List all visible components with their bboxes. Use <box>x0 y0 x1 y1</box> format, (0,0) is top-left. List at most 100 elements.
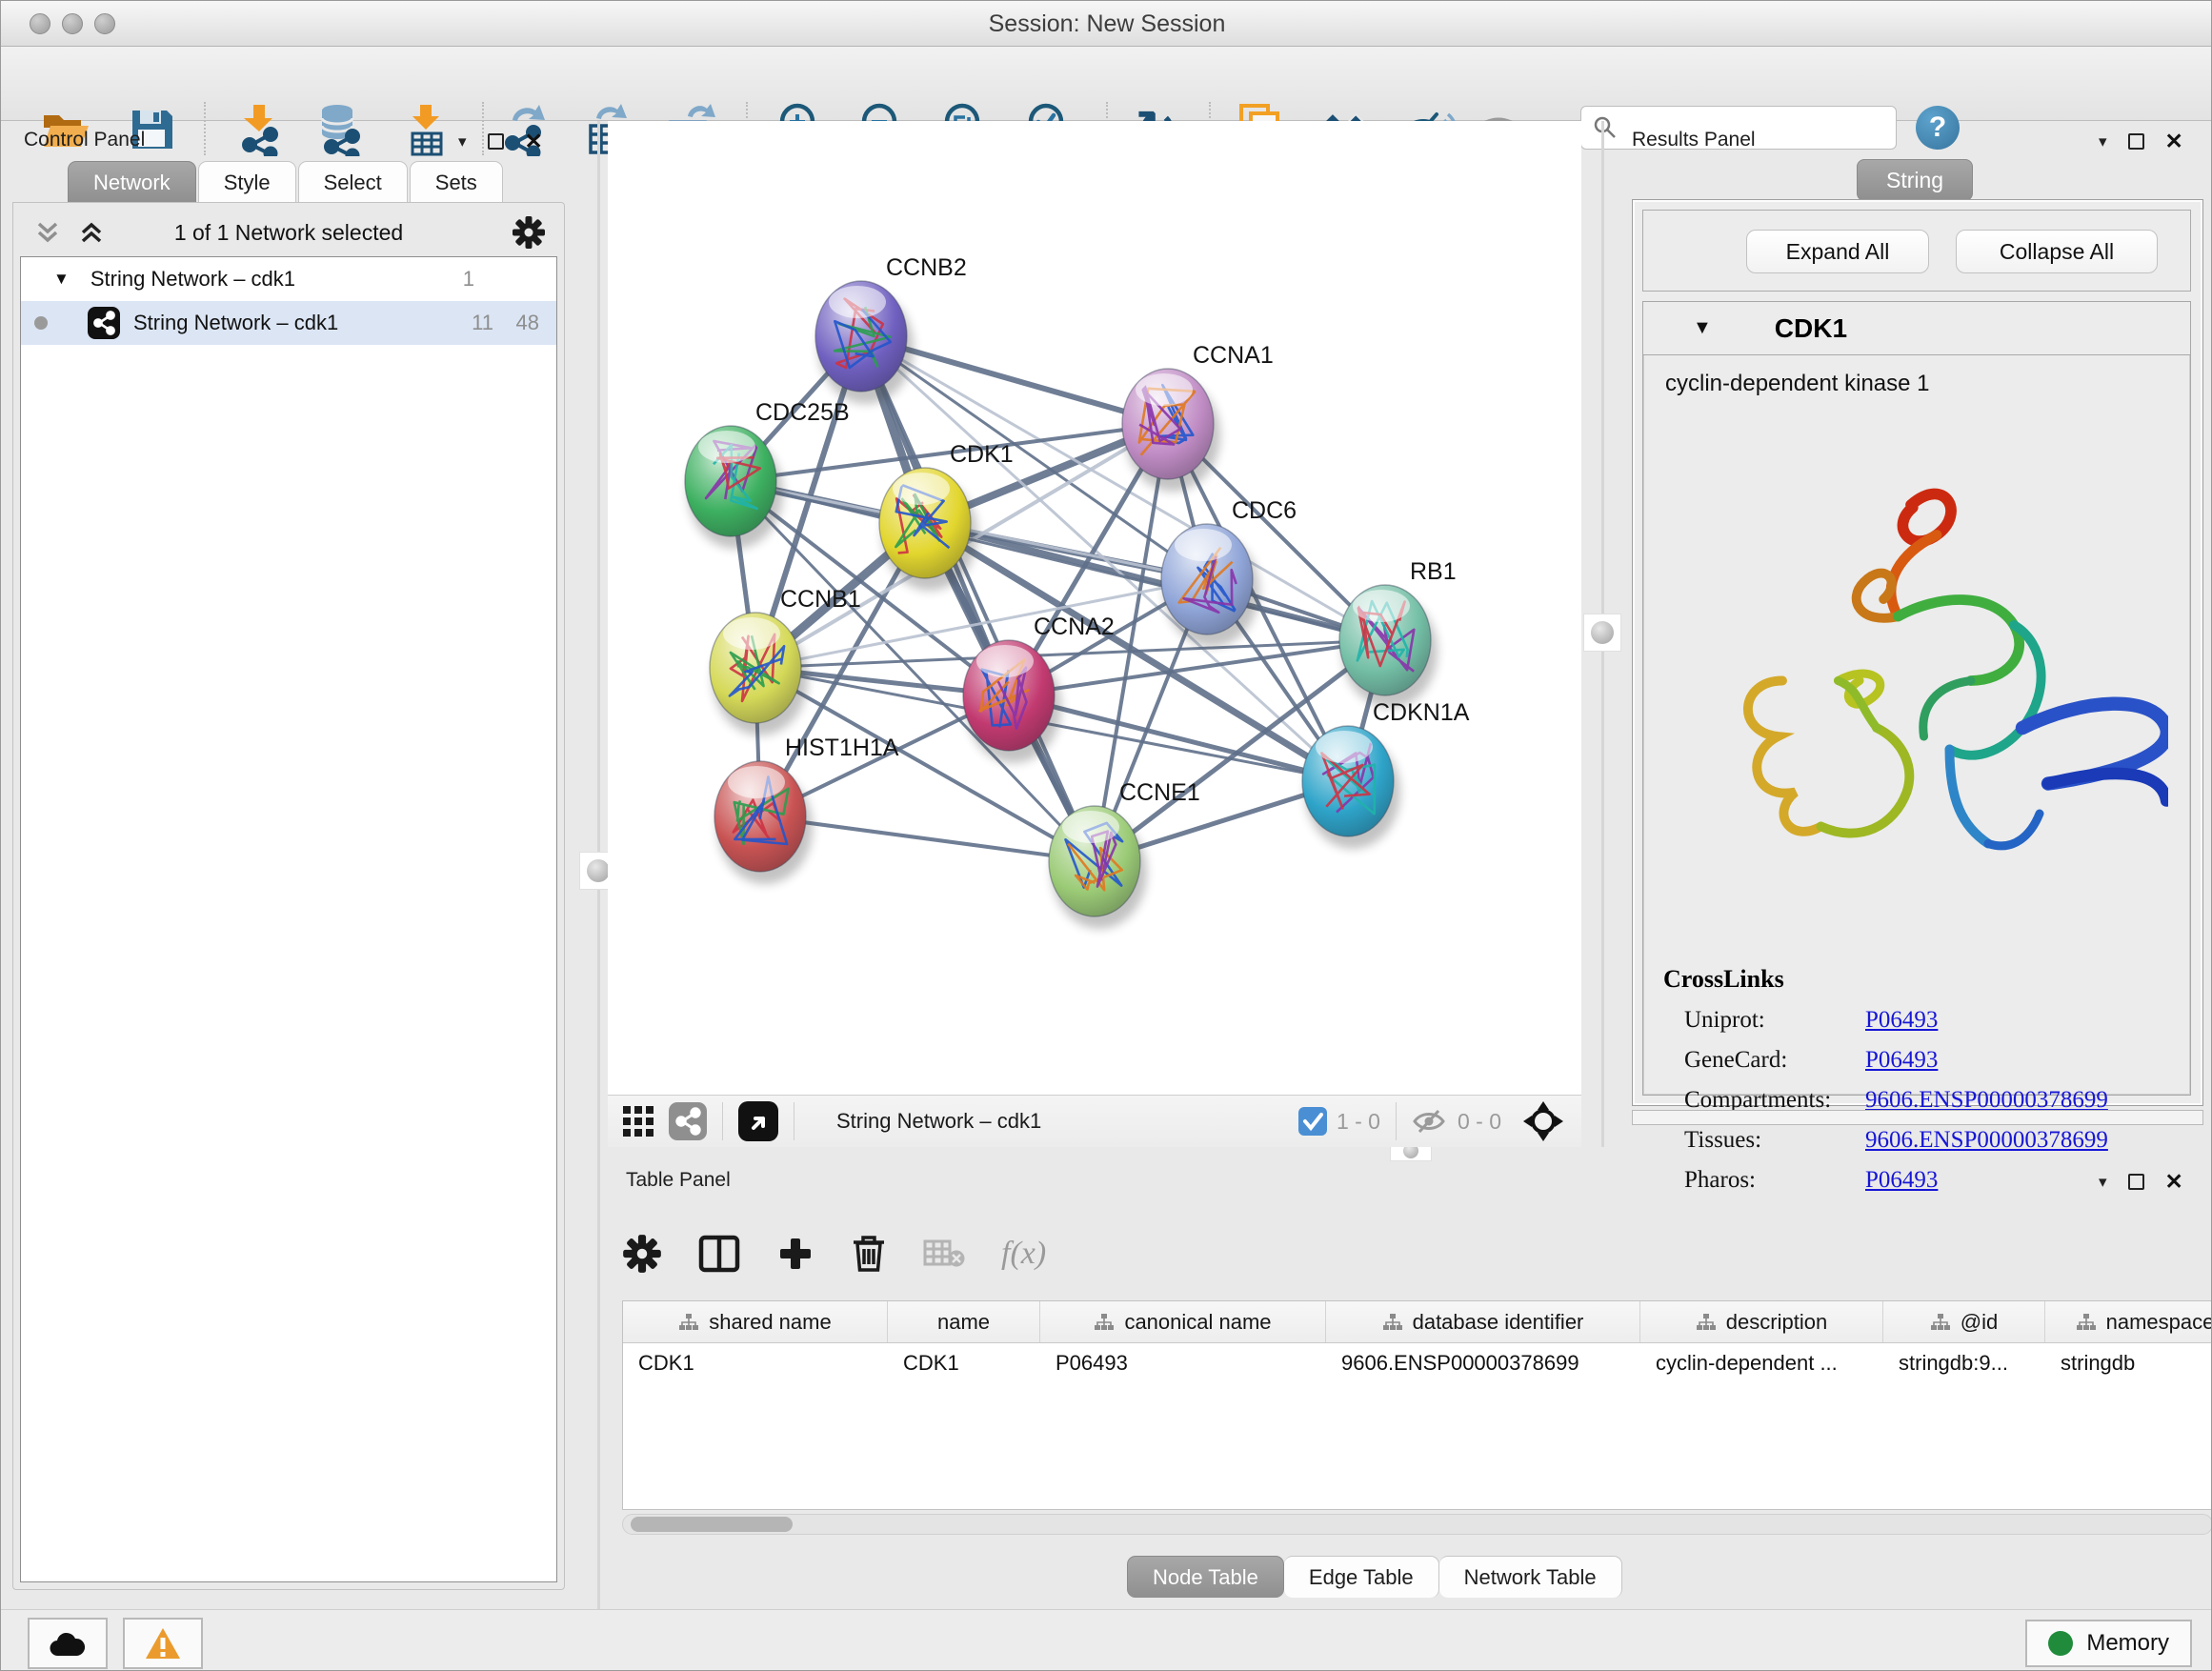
tab-sets[interactable]: Sets <box>410 161 503 203</box>
gene-section-body: cyclin-dependent kinase 1 <box>1643 355 2190 1095</box>
table-panel-collapse-icon[interactable]: ▾ <box>2099 1173 2107 1192</box>
crosslink-value-link[interactable]: P06493 <box>1865 1047 1938 1074</box>
gene-section: ▼ CDK1 cyclin-dependent kinase 1 <box>1642 301 2191 1096</box>
results-panel-collapse-icon[interactable]: ▾ <box>2099 132 2107 151</box>
tab-string[interactable]: String <box>1857 159 1973 201</box>
crosslink-value-link[interactable]: 9606.ENSP00000378699 <box>1865 1127 2108 1154</box>
collapse-all-button[interactable]: Collapse All <box>1956 230 2158 273</box>
function-builder-icon[interactable]: f(x) <box>1001 1236 1046 1272</box>
scrollbar-thumb[interactable] <box>631 1517 793 1532</box>
expand-all-button[interactable]: Expand All <box>1746 230 1929 273</box>
network-node-hist1h1a[interactable]: HIST1H1A <box>714 735 899 884</box>
network-node-cdc25b[interactable]: CDC25B <box>685 399 850 549</box>
table-panel-float-icon[interactable] <box>2128 1174 2144 1190</box>
fit-selected-crosshair-icon[interactable] <box>1522 1100 1564 1142</box>
table-cell[interactable]: P06493 <box>1040 1343 1326 1383</box>
crosslinks-section: CrossLinks Uniprot: P06493GeneCard: P064… <box>1663 965 2108 1194</box>
birdseye-view-icon[interactable] <box>738 1101 778 1141</box>
network-canvas[interactable]: CCNB2CCNA1CDC25BCDK1CDC6RB1CCNB1CCNA2CDK… <box>608 121 1581 1095</box>
column-header[interactable]: @id <box>1883 1301 2045 1342</box>
network-view-title: String Network – cdk1 <box>836 1109 1041 1134</box>
table-options-gear-icon[interactable] <box>622 1234 662 1274</box>
crosslink-value-link[interactable]: P06493 <box>1865 1167 1938 1194</box>
results-panel-close-icon[interactable]: ✕ <box>2165 129 2183 154</box>
crosslink-label: Uniprot: <box>1684 1007 1865 1034</box>
column-header-label: database identifier <box>1413 1310 1584 1335</box>
tab-network-table[interactable]: Network Table <box>1439 1556 1622 1598</box>
tab-select[interactable]: Select <box>298 161 408 203</box>
network-edge[interactable] <box>861 336 1095 861</box>
right-splitter-handle[interactable] <box>1583 614 1621 652</box>
table-cell[interactable]: CDK1 <box>623 1343 888 1383</box>
table-cell[interactable]: CDK1 <box>888 1343 1040 1383</box>
memory-button[interactable]: Memory <box>2025 1620 2192 1667</box>
delete-column-trash-icon[interactable] <box>851 1234 887 1274</box>
results-panel-title: Results Panel <box>1632 129 1756 151</box>
network-node-ccne1[interactable]: CCNE1 <box>1049 779 1200 929</box>
import-network-icon[interactable] <box>232 102 286 157</box>
cloud-services-button[interactable] <box>28 1618 108 1669</box>
main-toolbar: ↻ <box>1 47 2212 121</box>
string-network-graph[interactable]: CCNB2CCNA1CDC25BCDK1CDC6RB1CCNB1CCNA2CDK… <box>608 121 1581 1095</box>
node-label: CCNE1 <box>1119 779 1200 806</box>
table-row[interactable]: CDK1CDK1P064939606.ENSP00000378699cyclin… <box>623 1343 2212 1383</box>
create-column-plus-icon[interactable] <box>776 1235 814 1273</box>
table-panel-close-icon[interactable]: ✕ <box>2165 1169 2183 1195</box>
gene-section-header[interactable]: ▼ CDK1 <box>1643 302 2190 355</box>
table-tabs: Node TableEdge TableNetwork Table <box>1127 1556 1622 1598</box>
selected-nodes-checkbox-icon[interactable] <box>1298 1107 1327 1136</box>
help-icon[interactable]: ? <box>1916 106 1960 150</box>
node-label: CDKN1A <box>1373 699 1470 726</box>
network-row-selected[interactable]: String Network – cdk1 11 48 <box>21 301 556 345</box>
gene-collapse-triangle-icon[interactable]: ▼ <box>1693 317 1712 339</box>
status-bar: Memory <box>1 1609 2212 1671</box>
import-table-icon[interactable] <box>399 102 452 157</box>
show-columns-icon[interactable] <box>698 1235 740 1273</box>
table-horizontal-scrollbar[interactable] <box>622 1514 2212 1535</box>
table-toolbar: f(x) <box>622 1220 1046 1287</box>
selected-count: 1 - 0 <box>1337 1109 1380 1135</box>
table-cell[interactable]: stringdb <box>2045 1343 2212 1383</box>
network-node-ccna1[interactable]: CCNA1 <box>1122 342 1274 492</box>
toolbar-separator <box>204 102 206 155</box>
network-node-ccnb2[interactable]: CCNB2 <box>815 254 967 404</box>
node-label: RB1 <box>1410 558 1457 585</box>
network-node-rb1[interactable]: RB1 <box>1339 558 1457 708</box>
gene-description: cyclin-dependent kinase 1 <box>1644 355 2189 397</box>
table-header-row: shared namename canonical name database id… <box>623 1301 2212 1343</box>
tab-edge-table[interactable]: Edge Table <box>1284 1556 1439 1598</box>
control-panel-collapse-icon[interactable]: ▾ <box>458 132 467 151</box>
network-node-cdc6[interactable]: CDC6 <box>1161 497 1297 647</box>
network-node-cdkn1a[interactable]: CDKN1A <box>1302 699 1470 849</box>
column-header[interactable]: description <box>1640 1301 1883 1342</box>
tab-network[interactable]: Network <box>68 161 196 203</box>
network-share-view-icon[interactable] <box>669 1102 707 1140</box>
tab-style[interactable]: Style <box>198 161 296 203</box>
control-panel-float-icon[interactable] <box>488 133 504 150</box>
column-header[interactable]: canonical name <box>1040 1301 1326 1342</box>
node-label: CCNB2 <box>886 254 967 281</box>
network-collection-row[interactable]: ▼ String Network – cdk1 1 <box>21 257 556 301</box>
results-panel-float-icon[interactable] <box>2128 133 2144 150</box>
crosslink-value-link[interactable]: P06493 <box>1865 1007 1938 1034</box>
table-cell[interactable]: 9606.ENSP00000378699 <box>1326 1343 1640 1383</box>
column-header[interactable]: shared name <box>623 1301 888 1342</box>
warnings-button[interactable] <box>123 1618 203 1669</box>
grid-view-icon[interactable] <box>621 1104 655 1138</box>
collection-expand-triangle-icon[interactable]: ▼ <box>53 270 70 289</box>
column-header[interactable]: database identifier <box>1326 1301 1640 1342</box>
edge-count: 48 <box>516 311 539 335</box>
delete-table-icon[interactable] <box>923 1238 965 1270</box>
table-cell[interactable]: stringdb:9... <box>1883 1343 2045 1383</box>
string-results-box: Expand All Collapse All ▼ CDK1 cyclin-de… <box>1632 199 2203 1106</box>
column-header-label: canonical name <box>1124 1310 1271 1335</box>
column-header[interactable]: name <box>888 1301 1040 1342</box>
table-cell[interactable]: cyclin-dependent ... <box>1640 1343 1883 1383</box>
control-panel-close-icon[interactable]: ✕ <box>525 129 543 154</box>
column-header[interactable]: namespace <box>2045 1301 2212 1342</box>
network-row-label: String Network – cdk1 <box>133 311 338 335</box>
hidden-eye-slash-icon[interactable] <box>1412 1107 1448 1136</box>
tab-node-table[interactable]: Node Table <box>1127 1556 1284 1598</box>
results-scrollbar[interactable] <box>1632 1110 2203 1125</box>
import-network-from-database-icon[interactable] <box>312 102 365 157</box>
